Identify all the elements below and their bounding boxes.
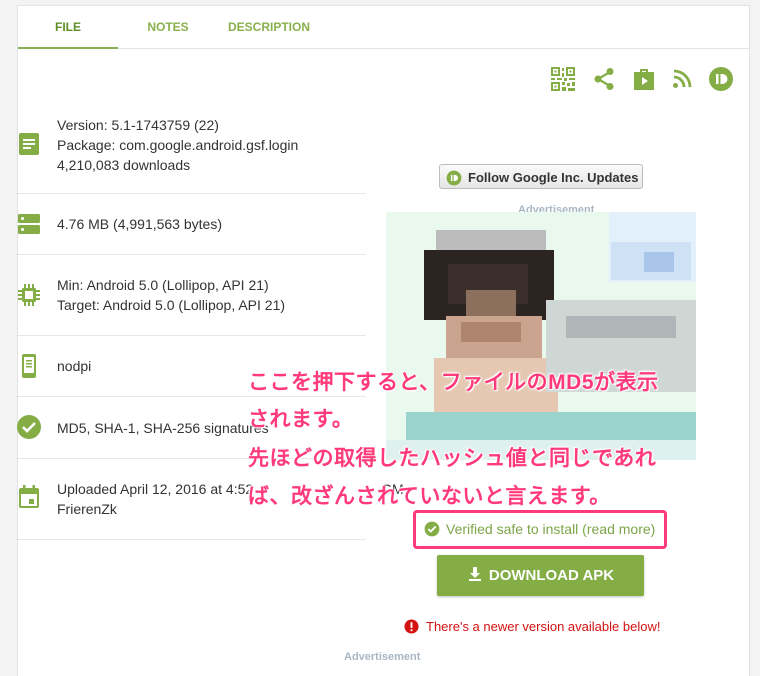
tab-notes[interactable]: NOTES	[134, 6, 202, 48]
tab-file[interactable]: FILE	[18, 6, 118, 49]
check-circle-icon	[16, 414, 42, 440]
size-info-row: 4.76 MB (4,991,563 bytes)	[16, 214, 366, 240]
version-text: Version: 5.1-1743759 (22)	[57, 117, 219, 133]
newer-version-label: There's a newer version available below!	[426, 619, 661, 634]
annotation-line-2: されます。	[248, 408, 354, 431]
annotation-line-4: ば、改ざんされていないと言えます。	[248, 485, 611, 508]
downloads-text: 4,210,083 downloads	[57, 157, 191, 173]
download-apk-button[interactable]: DOWNLOAD APK	[437, 555, 644, 596]
check-circle-icon	[424, 521, 440, 537]
divider	[16, 396, 366, 397]
pushbullet-icon	[446, 169, 462, 186]
qr-code-icon[interactable]	[550, 66, 576, 92]
tab-bar: FILE NOTES DESCRIPTION	[18, 6, 749, 49]
phone-icon	[16, 353, 42, 379]
annotation-line-3: 先ほどの取得したハッシュ値と同じであれ	[248, 447, 657, 470]
divider	[16, 539, 366, 540]
download-apk-label: DOWNLOAD APK	[488, 567, 615, 584]
pushbullet-icon[interactable]	[708, 66, 734, 92]
dpi-text: nodpi	[57, 358, 92, 374]
divider	[16, 254, 366, 255]
share-icon[interactable]	[591, 66, 617, 92]
size-text: 4.76 MB (4,991,563 bytes)	[57, 216, 222, 232]
uploaded-date-text: Uploaded April 12, 2016 at 4:52	[57, 481, 254, 497]
follow-updates-button[interactable]: Follow Google Inc. Updates	[439, 164, 643, 189]
chip-icon	[16, 282, 42, 308]
advertisement-banner[interactable]	[386, 212, 696, 460]
newer-version-notice[interactable]: There's a newer version available below!	[404, 619, 660, 634]
annotation-line-1: ここを押下すると、ファイルのMD5が表示	[248, 371, 659, 394]
version-info-row: Version: 5.1-1743759 (22) Package: com.g…	[16, 115, 366, 175]
divider	[16, 335, 366, 336]
signatures-link[interactable]: MD5, SHA-1, SHA-256 signatures	[57, 418, 269, 438]
advertisement-label-bottom: Advertisement	[344, 651, 421, 663]
min-sdk-text: Min: Android 5.0 (Lollipop, API 21)	[57, 277, 269, 293]
verified-safe-link[interactable]: Verified safe to install (read more)	[424, 521, 655, 537]
divider	[16, 193, 366, 194]
download-icon	[468, 567, 481, 581]
follow-updates-label: Follow Google Inc. Updates	[468, 170, 639, 185]
verified-safe-label: Verified safe to install (read more)	[446, 521, 656, 537]
rss-icon[interactable]	[669, 66, 695, 92]
package-text: Package: com.google.android.gsf.login	[57, 137, 299, 153]
play-store-icon[interactable]	[631, 66, 657, 92]
storage-icon	[16, 211, 42, 237]
calendar-icon	[16, 484, 42, 510]
alert-icon	[404, 619, 419, 634]
tab-description[interactable]: DESCRIPTION	[218, 6, 320, 48]
target-sdk-text: Target: Android 5.0 (Lollipop, API 21)	[57, 297, 286, 313]
sdk-info-row: Min: Android 5.0 (Lollipop, API 21) Targ…	[16, 275, 366, 315]
document-icon	[16, 131, 42, 157]
